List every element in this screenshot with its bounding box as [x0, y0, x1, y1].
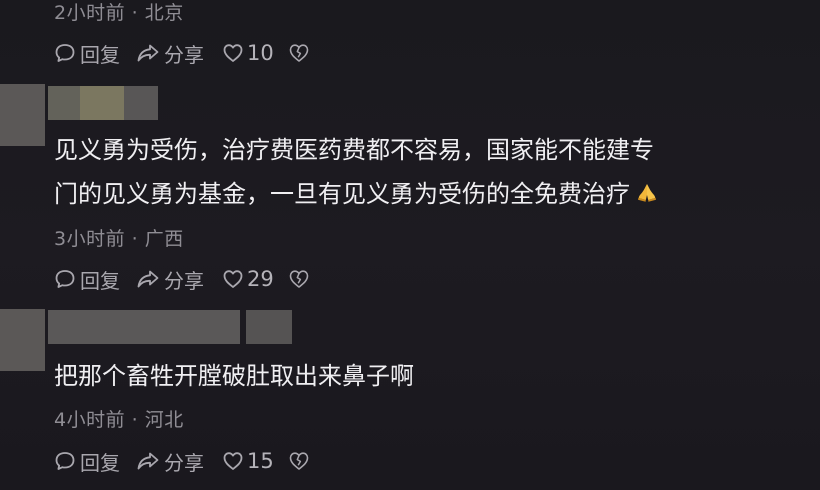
dislike-button[interactable] [288, 269, 310, 289]
comment-thread: 2小时前 · 北京 回复 分享 10 见义勇为受伤，治疗费医药费都不容易，国家能… [0, 0, 820, 490]
share-label: 分享 [164, 450, 204, 475]
share-button[interactable]: 分享 [136, 265, 204, 294]
share-arrow-icon [137, 452, 159, 470]
comment-actions: 回复 分享 15 [54, 446, 310, 476]
comment-text-line: 门的见义勇为基金，一旦有见义勇为受伤的全免费治疗 [54, 175, 658, 214]
like-count: 29 [247, 267, 274, 291]
broken-heart-icon [289, 44, 309, 62]
reply-button[interactable]: 回复 [54, 39, 120, 68]
username-redacted[interactable] [48, 86, 158, 120]
share-arrow-icon [137, 44, 159, 62]
like-count: 10 [247, 41, 274, 65]
reply-label: 回复 [80, 450, 120, 475]
reply-button[interactable]: 回复 [54, 265, 120, 294]
avatar[interactable] [0, 84, 45, 146]
heart-icon [223, 452, 243, 470]
reply-label: 回复 [80, 42, 120, 67]
comment-text-line: 见义勇为受伤，治疗费医药费都不容易，国家能不能建专 [54, 136, 654, 164]
dislike-button[interactable] [288, 451, 310, 471]
comment-text-line: 把那个畜牲开膛破肚取出来鼻子啊 [54, 362, 414, 390]
broken-heart-icon [289, 452, 309, 470]
like-count: 15 [247, 449, 274, 473]
comment-meta: 3小时前 · 广西 [54, 228, 184, 250]
comment-actions: 回复 分享 29 [54, 264, 310, 294]
heart-icon [223, 44, 243, 62]
comment-bubble-icon [55, 270, 75, 288]
username-redacted[interactable] [48, 310, 292, 344]
praying-hands-emoji [636, 176, 658, 214]
like-button[interactable]: 15 [222, 449, 274, 473]
comment-meta: 4小时前 · 河北 [54, 409, 184, 431]
reply-label: 回复 [80, 268, 120, 293]
like-button[interactable]: 10 [222, 41, 274, 65]
comment-text-content: 门的见义勇为基金，一旦有见义勇为受伤的全免费治疗 [54, 180, 630, 208]
comment-actions: 回复 分享 10 [54, 38, 310, 68]
comment-bubble-icon [55, 452, 75, 470]
share-label: 分享 [164, 268, 204, 293]
share-button[interactable]: 分享 [136, 39, 204, 68]
share-label: 分享 [164, 42, 204, 67]
comment-meta: 2小时前 · 北京 [54, 2, 184, 24]
dislike-button[interactable] [288, 43, 310, 63]
reply-button[interactable]: 回复 [54, 447, 120, 476]
like-button[interactable]: 29 [222, 267, 274, 291]
share-button[interactable]: 分享 [136, 447, 204, 476]
broken-heart-icon [289, 270, 309, 288]
comment-bubble-icon [55, 44, 75, 62]
heart-icon [223, 270, 243, 288]
share-arrow-icon [137, 270, 159, 288]
avatar[interactable] [0, 309, 45, 371]
